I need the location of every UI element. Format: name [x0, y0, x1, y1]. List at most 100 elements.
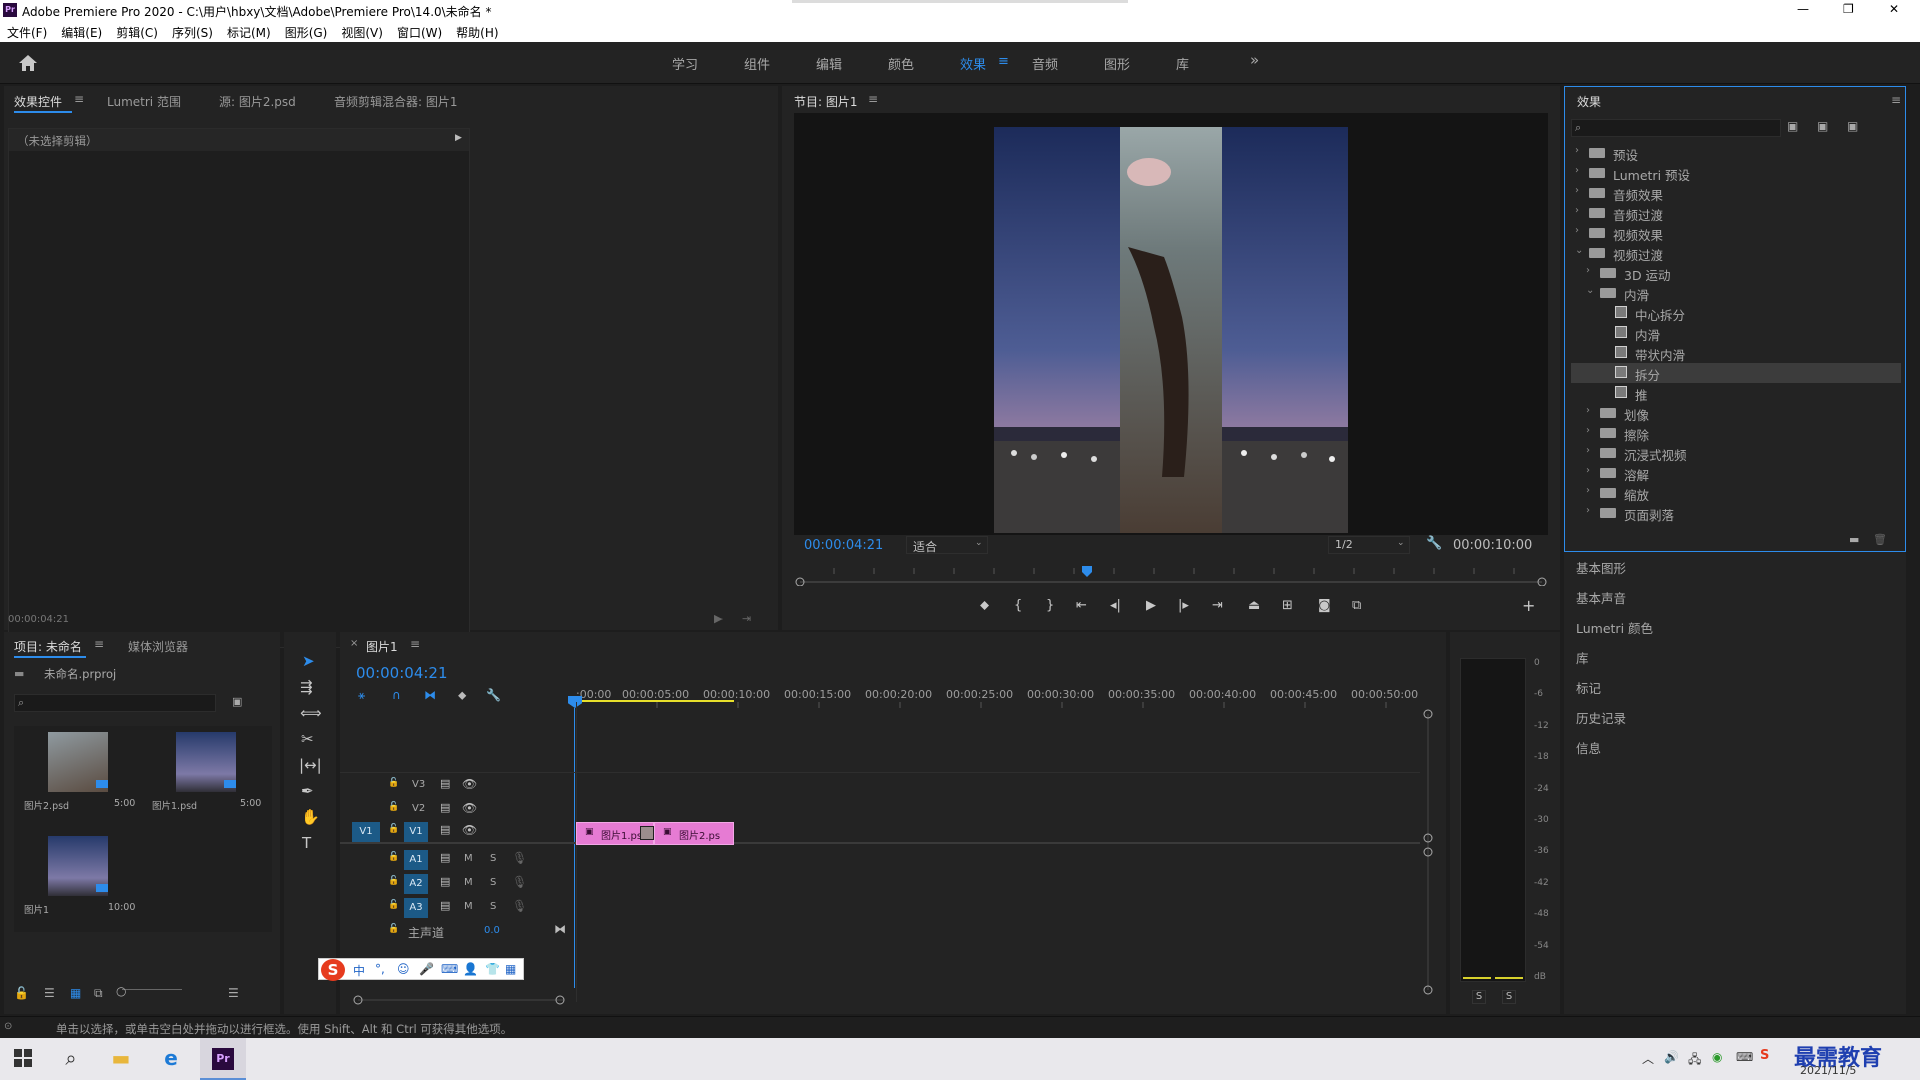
mute-button[interactable]: M	[464, 901, 473, 912]
snap-icon[interactable]: ∩	[392, 688, 401, 702]
delete-icon[interactable]: 🗑	[1873, 533, 1887, 546]
effects-tree-item[interactable]: › 音频效果	[1571, 183, 1901, 203]
source-patch-v1[interactable]: V1	[352, 822, 380, 842]
zoom-slider[interactable]	[122, 989, 182, 990]
timeline-timecode[interactable]: 00:00:04:21	[356, 664, 448, 682]
chevron-right-icon[interactable]: ›	[1575, 145, 1579, 156]
slip-tool-icon[interactable]: |↔|	[299, 756, 322, 774]
timeline-menu-icon[interactable]: ≡	[410, 637, 420, 651]
effects-tree-item[interactable]: › 音频过渡	[1571, 203, 1901, 223]
program-menu-icon[interactable]: ≡	[868, 92, 878, 106]
transition-marker[interactable]	[640, 826, 654, 840]
skin-icon[interactable]: 👕	[485, 962, 500, 976]
32bit-effects-icon[interactable]: ▣	[1817, 119, 1828, 133]
vertical-scrollbar[interactable]	[1420, 708, 1436, 998]
solo-button[interactable]: S	[490, 853, 496, 864]
panel-essential-graphics[interactable]: 基本图形	[1576, 558, 1626, 577]
effects-search-input[interactable]: ⌕	[1571, 119, 1781, 137]
effects-tree-item[interactable]: › 划像	[1571, 403, 1901, 423]
workspace-audio[interactable]: 音频	[1032, 54, 1058, 73]
tab-audio-clip-mixer[interactable]: 音频剪辑混合器: 图片1	[334, 93, 458, 110]
menu-marker[interactable]: 标记(M)	[220, 22, 278, 41]
tray-chevron-icon[interactable]: ︿	[1642, 1050, 1654, 1067]
home-icon[interactable]	[18, 54, 38, 72]
effects-tree-item[interactable]: › 溶解	[1571, 463, 1901, 483]
more-workspaces-icon[interactable]: »	[1250, 51, 1259, 69]
workspace-learn[interactable]: 学习	[672, 54, 698, 73]
add-marker-icon[interactable]: ⬥	[458, 688, 466, 703]
solo-button[interactable]: S	[490, 901, 496, 912]
yuv-effects-icon[interactable]: ▣	[1847, 119, 1858, 133]
eye-icon[interactable]: 👁	[462, 777, 477, 791]
effects-tree-item[interactable]: 推	[1571, 383, 1901, 403]
resolution-dropdown[interactable]: 1/2 ⌄	[1328, 536, 1410, 554]
tab-lumetri-scopes[interactable]: Lumetri 范围	[107, 93, 181, 110]
solo-left-button[interactable]: S	[1472, 990, 1486, 1004]
workspace-color[interactable]: 颜色	[888, 54, 914, 73]
timeline-settings-icon[interactable]: 🔧	[486, 688, 501, 702]
voice-icon[interactable]: 🎤	[419, 962, 434, 976]
effects-tree-item[interactable]: › 预设	[1571, 143, 1901, 163]
lock-icon[interactable]: 🔓	[14, 986, 29, 1000]
fit-dropdown[interactable]: 适合 ⌄	[906, 536, 988, 554]
wrench-icon[interactable]: 🔧	[1426, 536, 1442, 551]
step-back-icon[interactable]: ◂|	[1110, 598, 1121, 613]
track-target-a3[interactable]: A3	[404, 898, 428, 918]
lock-icon[interactable]: 🔓	[388, 824, 399, 834]
sync-lock-icon[interactable]: ▤	[440, 875, 450, 888]
ime-tray-icon[interactable]: ⌨	[1736, 1050, 1753, 1064]
lock-icon[interactable]: 🔓	[388, 802, 399, 812]
tab-source[interactable]: 源: 图片2.psd	[219, 93, 296, 110]
eye-icon[interactable]: 👁	[462, 823, 477, 837]
clip-image2[interactable]: ▣ 图片2.ps	[654, 822, 734, 845]
tab-menu-icon[interactable]: ≡	[74, 92, 84, 106]
mute-button[interactable]: M	[464, 853, 473, 864]
chevron-down-icon[interactable]: ⌄	[1575, 245, 1583, 256]
sync-lock-icon[interactable]: ▤	[440, 899, 450, 912]
lock-icon[interactable]: 🔓	[388, 924, 399, 934]
extract-icon[interactable]: ⊞	[1282, 598, 1293, 613]
chevron-right-icon[interactable]: ›	[1586, 265, 1590, 276]
effects-tree-item[interactable]: › 3D 运动	[1571, 263, 1901, 283]
project-search-input[interactable]: ⌕	[14, 694, 216, 712]
type-tool-icon[interactable]: T	[302, 834, 311, 852]
horizontal-scrollbar[interactable]	[350, 992, 570, 1008]
nest-icon[interactable]: ⚹	[358, 688, 365, 703]
panel-libraries[interactable]: 库	[1576, 648, 1589, 667]
ripple-edit-tool-icon[interactable]: ⟺	[300, 704, 322, 722]
sogou-tray-icon[interactable]: S	[1760, 1048, 1769, 1063]
program-scrubber[interactable]	[794, 562, 1548, 586]
chevron-right-icon[interactable]: ›	[1586, 465, 1590, 476]
file-explorer-icon[interactable]: ▬	[100, 1038, 142, 1078]
effects-tree-item[interactable]: 带状内滑	[1571, 343, 1901, 363]
play-only-audio-icon[interactable]: ▶̶	[714, 612, 722, 625]
workspace-graphics[interactable]: 图形	[1104, 54, 1130, 73]
start-icon[interactable]	[2, 1038, 44, 1078]
menu-graphics[interactable]: 图形(G)	[278, 22, 335, 41]
chevron-right-icon[interactable]: ›	[1586, 445, 1590, 456]
effects-tree-item[interactable]: › 缩放	[1571, 483, 1901, 503]
step-forward-icon[interactable]: |▸	[1178, 598, 1189, 613]
ime-language[interactable]: 中	[353, 962, 365, 979]
razor-tool-icon[interactable]: ✂	[301, 730, 314, 748]
chevron-right-icon[interactable]: ›	[1586, 425, 1590, 436]
workspace-editing[interactable]: 编辑	[816, 54, 842, 73]
punctuation-icon[interactable]: °,	[375, 962, 385, 976]
mic-icon[interactable]: 🎙	[512, 899, 527, 913]
tab-effect-controls[interactable]: 效果控件	[14, 93, 62, 110]
mute-button[interactable]: M	[464, 877, 473, 888]
selection-tool-icon[interactable]: ➤	[302, 652, 315, 670]
effects-tree-item[interactable]: › 沉浸式视频	[1571, 443, 1901, 463]
maximize-button[interactable]: ❐	[1843, 2, 1854, 16]
chevron-right-icon[interactable]: ›	[1575, 185, 1579, 196]
panel-history[interactable]: 历史记录	[1576, 708, 1626, 727]
panel-lumetri-color[interactable]: Lumetri 颜色	[1576, 618, 1653, 637]
export-frame-icon[interactable]: ⇥	[742, 612, 751, 625]
menu-view[interactable]: 视图(V)	[334, 22, 390, 41]
panel-info[interactable]: 信息	[1576, 738, 1601, 757]
program-timecode[interactable]: 00:00:04:21	[804, 538, 883, 553]
chevron-right-icon[interactable]: ›	[1586, 485, 1590, 496]
project-item[interactable]: 图片1 10:00	[14, 830, 140, 930]
effects-tree-item[interactable]: › 视频效果	[1571, 223, 1901, 243]
time-ruler[interactable]: :00:00 00:00:05:00 00:00:10:00 00:00:15:…	[576, 674, 1426, 708]
